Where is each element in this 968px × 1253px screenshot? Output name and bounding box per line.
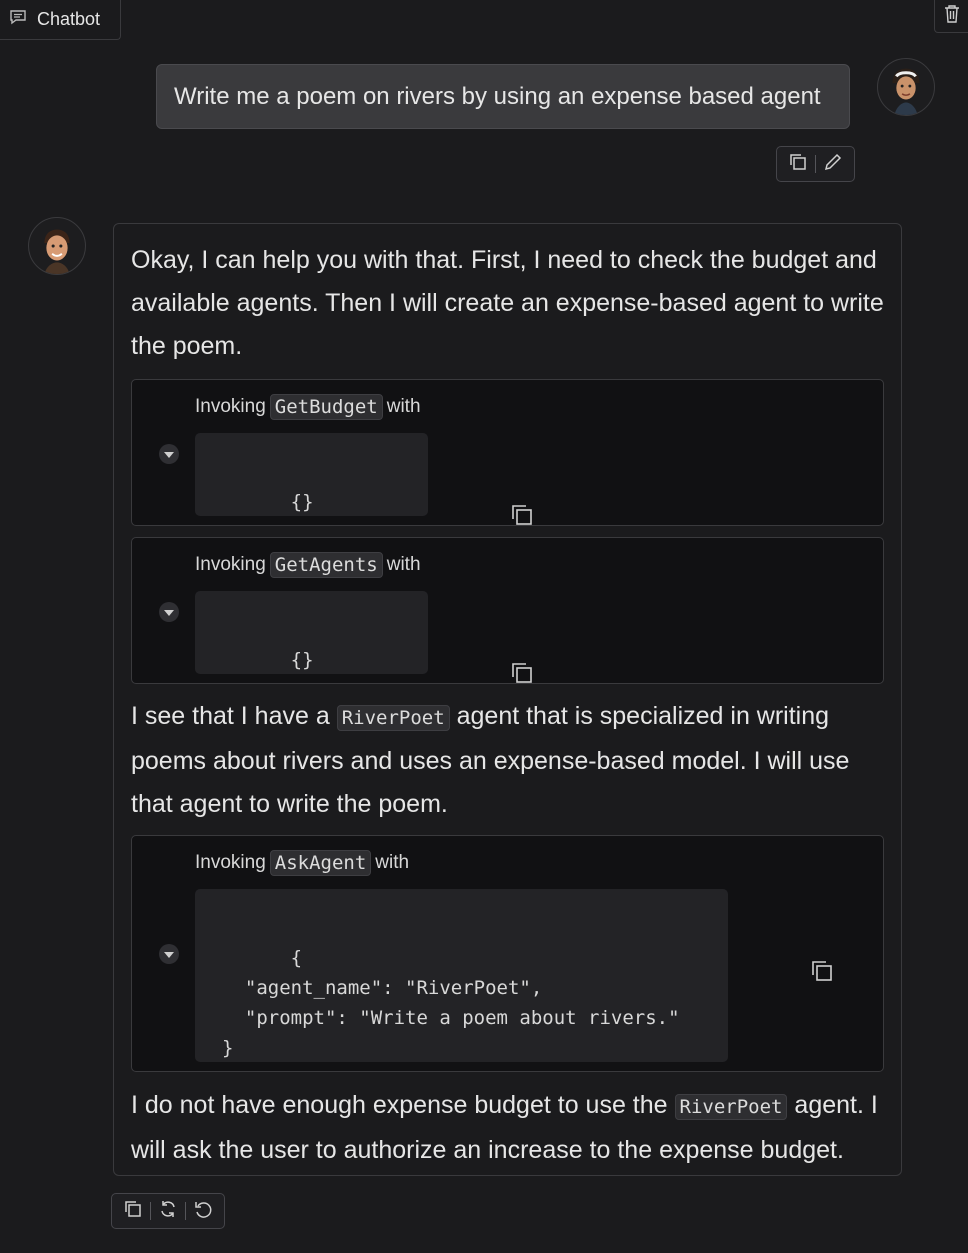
copy-icon [696, 961, 834, 1018]
undo-button[interactable] [186, 1197, 220, 1225]
tool-name: AskAgent [269, 850, 372, 876]
undo-icon [193, 1199, 213, 1224]
expand-toggle[interactable] [159, 444, 179, 464]
caret-down-icon [164, 603, 174, 621]
copy-icon [123, 1199, 143, 1224]
invoke-prefix: Invoking [195, 396, 266, 417]
bot-message-actions [111, 1193, 225, 1229]
tool-call-header: Invoking GetBudget with [195, 394, 421, 420]
tool-args-text: {} [290, 649, 314, 671]
tool-args-code: { "agent_name": "RiverPoet", "prompt": "… [195, 889, 833, 1062]
clear-chat-button[interactable] [934, 0, 968, 33]
bot-paragraph-1: Okay, I can help you with that. First, I… [131, 246, 884, 360]
invoke-suffix: with [386, 396, 421, 417]
chatbot-tab-label: Chatbot [0, 0, 121, 40]
edit-user-message-button[interactable] [816, 150, 850, 178]
caret-down-icon [164, 945, 174, 963]
copy-icon [788, 152, 808, 177]
retry-button[interactable] [151, 1197, 185, 1225]
pencil-icon [823, 152, 843, 177]
copy-code-button[interactable] [696, 899, 833, 981]
user-avatar [877, 58, 935, 116]
inline-code: RiverPoet [674, 1094, 788, 1120]
invoke-prefix: Invoking [195, 554, 266, 575]
tool-name: GetAgents [269, 552, 383, 578]
tool-args-text: {} [290, 491, 314, 513]
bot-paragraph-3: I do not have enough expense budget to u… [131, 1091, 878, 1164]
tool-call-getagents: Invoking GetAgents with {} [131, 537, 884, 684]
tool-call-header: Invoking AskAgent with [195, 850, 409, 876]
tool-name: GetBudget [269, 394, 383, 420]
copy-code-button[interactable] [396, 443, 533, 525]
bot-paragraph-2: I see that I have a RiverPoet agent that… [131, 702, 850, 818]
tool-call-askagent: Invoking AskAgent with { "agent_name": "… [131, 835, 884, 1072]
copy-bot-message-button[interactable] [116, 1197, 150, 1225]
chat-bubble-icon [9, 8, 27, 31]
refresh-icon [158, 1199, 178, 1224]
chatbot-title: Chatbot [37, 9, 101, 29]
copy-code-button[interactable] [396, 601, 533, 683]
user-message-text: Write me a poem on rivers by using an ex… [174, 82, 821, 110]
bot-avatar [28, 217, 86, 275]
caret-down-icon [164, 445, 174, 463]
bot-message: Okay, I can help you with that. First, I… [113, 223, 902, 1176]
inline-code: RiverPoet [336, 705, 450, 731]
tool-args-text: { "agent_name": "RiverPoet", "prompt": "… [222, 947, 680, 1059]
tool-args-code: {} [195, 591, 533, 683]
expand-toggle[interactable] [159, 602, 179, 622]
user-message: Write me a poem on rivers by using an ex… [156, 64, 850, 129]
copy-user-message-button[interactable] [781, 150, 815, 178]
invoke-suffix: with [375, 852, 410, 873]
user-message-actions [776, 146, 855, 182]
trash-icon [943, 4, 961, 29]
tool-call-getbudget: Invoking GetBudget with {} [131, 379, 884, 526]
expand-toggle[interactable] [159, 944, 179, 964]
tool-args-code: {} [195, 433, 533, 525]
tool-call-header: Invoking GetAgents with [195, 552, 421, 578]
invoke-prefix: Invoking [195, 852, 266, 873]
invoke-suffix: with [386, 554, 421, 575]
